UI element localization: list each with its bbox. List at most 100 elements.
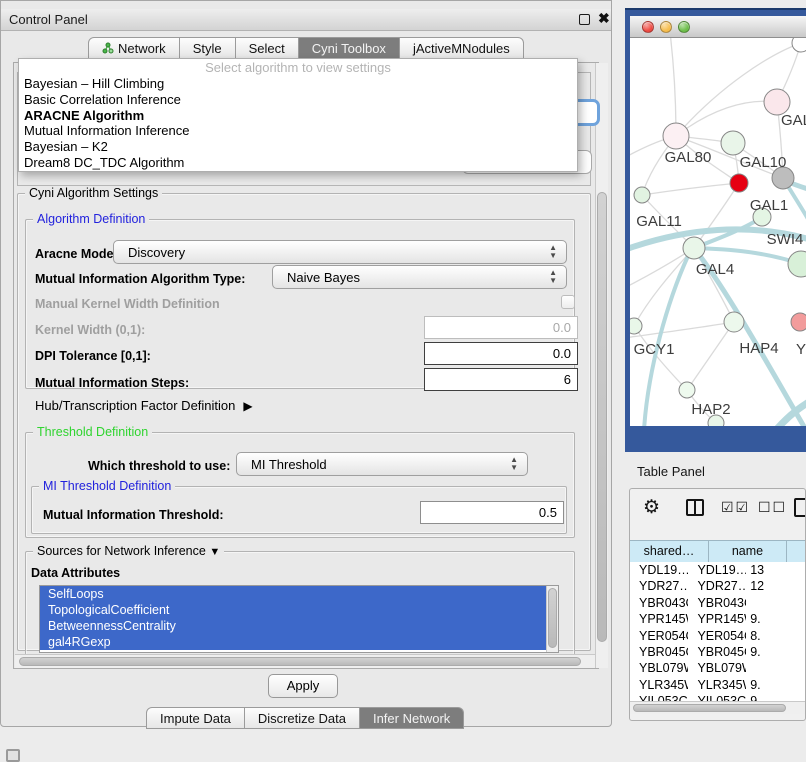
mi-algorithm-type-value: Naive Bayes [287, 270, 360, 285]
tab-discretize-data[interactable]: Discretize Data [245, 707, 360, 729]
sources-title[interactable]: Sources for Network Inference ▼ [33, 544, 224, 558]
table-cell: YDR27… [630, 578, 688, 594]
table-cell: 8. [746, 628, 806, 644]
algorithm-option[interactable]: ARACNE Algorithm [19, 108, 577, 124]
tab-cyni-toolbox[interactable]: Cyni Toolbox [299, 37, 400, 59]
table-cell: YBL079W [688, 660, 746, 676]
table-column-header[interactable]: shared… [630, 541, 709, 562]
scrollbar-thumb[interactable] [19, 657, 581, 666]
table-row[interactable]: YDR27…YDR27…12 [630, 578, 806, 594]
gear-icon[interactable]: ⚙ [643, 496, 660, 519]
tab-jactivemnodules[interactable]: jActiveMNodules [400, 37, 524, 59]
settings-vertical-scrollbar[interactable] [595, 63, 608, 668]
mi-steps-label: Mutual Information Steps: [35, 376, 189, 390]
table-row[interactable]: YER054CYER054C8. [630, 628, 806, 644]
table-horizontal-scrollbar[interactable] [630, 701, 806, 714]
attribute-list-item[interactable]: BetweennessCentrality [40, 618, 547, 634]
network-node[interactable] [683, 237, 705, 259]
hub-definition-expander[interactable]: Hub/Transcription Factor Definition▶ [35, 398, 253, 413]
float-window-icon[interactable] [579, 14, 590, 25]
deselect-all-checkboxes-icon[interactable]: ☐☐ [758, 499, 787, 516]
algorithm-options-list: Bayesian – Hill ClimbingBasic Correlatio… [19, 76, 577, 171]
table-header-row[interactable]: shared…nameA [630, 540, 806, 563]
tab-label: Network [118, 38, 166, 59]
new-table-icon[interactable] [794, 498, 806, 517]
table-row[interactable]: YPR145WYPR145W9. [630, 611, 806, 627]
mi-steps-input[interactable] [424, 368, 578, 391]
table-panel-title: Table Panel [637, 464, 705, 479]
tab-style[interactable]: Style [180, 37, 236, 59]
manual-kernel-checkbox[interactable] [561, 295, 575, 309]
attribute-list-item[interactable]: gal4RGexp [40, 634, 547, 650]
network-node[interactable] [788, 251, 806, 277]
network-canvas[interactable]: GALGAL80GAL10GAL1GAL11SWI4GAL4GCY1HAP4YH… [630, 38, 806, 426]
tab-label: Cyni Toolbox [312, 38, 386, 59]
attribute-list-item[interactable]: SelfLoops [40, 586, 547, 602]
table-cell [746, 660, 806, 676]
tab-select[interactable]: Select [236, 37, 299, 59]
network-node-label: SWI4 [767, 231, 804, 248]
network-window-titlebar[interactable] [630, 16, 806, 38]
zoom-window-icon[interactable] [678, 21, 690, 33]
network-node[interactable] [679, 382, 695, 398]
network-node[interactable] [791, 313, 806, 331]
algorithm-option[interactable]: Bayesian – K2 [19, 139, 577, 155]
settings-horizontal-scrollbar[interactable] [15, 654, 595, 668]
scrollbar-thumb[interactable] [597, 192, 607, 642]
table-column-header[interactable]: A [787, 541, 806, 562]
dpi-tolerance-input[interactable] [424, 342, 578, 365]
minimized-panel-icon[interactable] [6, 749, 20, 762]
table-row[interactable]: YBR043CYBR043C [630, 595, 806, 611]
table-row[interactable]: YBL079WYBL079W [630, 660, 806, 676]
scrollbar-thumb[interactable] [633, 704, 786, 712]
minimize-window-icon[interactable] [660, 21, 672, 33]
table-cell: YIL053C [688, 693, 746, 701]
network-view-window[interactable]: GALGAL80GAL10GAL1GAL11SWI4GAL4GCY1HAP4YH… [625, 8, 806, 452]
algorithm-option[interactable]: Bayesian – Hill Climbing [19, 76, 577, 92]
kernel-width-input[interactable] [424, 316, 578, 339]
close-panel-icon[interactable]: ✖ [598, 10, 610, 27]
select-all-checkboxes-icon[interactable]: ☑☑ [721, 499, 750, 516]
close-window-icon[interactable] [642, 21, 654, 33]
tab-impute-data[interactable]: Impute Data [146, 707, 245, 729]
table-cell: YIL053C [630, 693, 688, 701]
mi-algorithm-type-select[interactable]: Naive Bayes ▲▼ [272, 265, 567, 289]
network-node[interactable] [792, 38, 806, 52]
table-cell: YBL079W [630, 660, 688, 676]
network-node[interactable] [630, 318, 642, 334]
network-edge [670, 38, 676, 136]
table-row[interactable]: YDL19…YDL19…13 [630, 562, 806, 578]
tab-network[interactable]: Network [88, 37, 180, 59]
network-node[interactable] [724, 312, 744, 332]
algorithm-option[interactable]: Dream8 DC_TDC Algorithm [19, 155, 577, 171]
table-cell: YPR145W [688, 611, 746, 627]
network-node-label: GAL1 [750, 197, 788, 214]
network-node[interactable] [663, 123, 689, 149]
network-node[interactable] [634, 187, 650, 203]
tab-label: jActiveMNodules [413, 38, 510, 59]
network-node[interactable] [721, 131, 745, 155]
table-row[interactable]: YLR345WYLR345W9. [630, 677, 806, 693]
data-attributes-list[interactable]: SelfLoopsTopologicalCoefficientBetweenne… [39, 585, 559, 653]
table-cell: YBR043C [630, 595, 688, 611]
algorithm-option[interactable]: Basic Correlation Inference [19, 92, 577, 108]
scrollbar-thumb[interactable] [548, 588, 557, 648]
tab-infer-network[interactable]: Infer Network [360, 707, 464, 729]
aracne-mode-select[interactable]: Discovery ▲▼ [113, 240, 567, 264]
algorithm-option[interactable]: Mutual Information Inference [19, 123, 577, 139]
table-panel-window: ⚙ ☑☑ ☐☐ shared…nameA YDL19…YDL19…13YDR27… [629, 488, 806, 721]
columns-icon[interactable] [686, 499, 704, 516]
mi-threshold-input[interactable] [420, 501, 564, 524]
kernel-width-label: Kernel Width (0,1): [35, 323, 145, 337]
table-row[interactable]: YBR045CYBR045C9. [630, 644, 806, 660]
network-edge [676, 101, 777, 136]
apply-button[interactable]: Apply [268, 674, 338, 698]
table-column-header[interactable]: name [709, 541, 787, 562]
which-threshold-select[interactable]: MI Threshold ▲▼ [236, 452, 528, 476]
control-panel-titlebar[interactable]: Control Panel ✖ [1, 9, 611, 31]
table-row[interactable]: YIL053CYIL053C9. [630, 693, 806, 701]
network-node[interactable] [730, 174, 748, 192]
tab-label: Select [249, 38, 285, 59]
attribute-list-scrollbar[interactable] [546, 586, 558, 652]
attribute-list-item[interactable]: TopologicalCoefficient [40, 602, 547, 618]
